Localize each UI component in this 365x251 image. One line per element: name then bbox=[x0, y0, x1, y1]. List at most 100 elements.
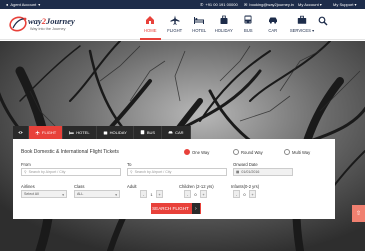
agent-account-link[interactable]: ● Agent Account ▾ bbox=[6, 2, 40, 7]
infants-stepper: - 0 + bbox=[233, 190, 256, 198]
briefcase-icon bbox=[297, 15, 307, 24]
site-header: way2Journey Way into the Journey HOME FL… bbox=[0, 9, 365, 40]
chevron-down-icon: ▾ bbox=[319, 1, 322, 7]
tab-flight[interactable]: FLIGHT bbox=[29, 126, 64, 139]
flight-search-panel: Book Domestic & International Flight Tic… bbox=[13, 139, 335, 219]
tab-home[interactable] bbox=[13, 126, 29, 139]
infants-plus-button[interactable]: + bbox=[249, 190, 256, 198]
class-label: Class bbox=[74, 184, 85, 189]
class-value: ALL bbox=[77, 192, 84, 196]
adult-stepper: - 1 + bbox=[140, 190, 163, 198]
trip-one-way[interactable]: One Way bbox=[184, 149, 209, 155]
airlines-select[interactable]: Select All ▾ bbox=[21, 190, 67, 198]
hero-banner: FLIGHT HOTEL HOLIDAY BUS CAR Book Domest… bbox=[0, 41, 365, 251]
search-flight-button[interactable]: SEARCH FLIGHT › bbox=[151, 203, 201, 214]
to-label: To bbox=[127, 162, 132, 167]
from-label: From bbox=[21, 162, 31, 167]
tab-car[interactable]: CAR bbox=[162, 126, 191, 139]
nav-item-bus[interactable]: BUS bbox=[236, 9, 261, 40]
children-minus-button[interactable]: - bbox=[184, 190, 191, 198]
infants-value: 0 bbox=[243, 191, 246, 197]
to-placeholder: Search by Airport / City bbox=[134, 170, 172, 174]
adult-minus-button[interactable]: - bbox=[140, 190, 147, 198]
suitcase-icon bbox=[103, 131, 107, 135]
nav-item-holiday[interactable]: HOLIDAY bbox=[212, 9, 237, 40]
eye-icon bbox=[18, 131, 23, 134]
phone-number: +91 00 191 00000 bbox=[205, 2, 238, 7]
from-placeholder: Search by Airport / City bbox=[28, 170, 66, 174]
onward-date-field[interactable]: ▦ 01/01/2016 bbox=[233, 168, 293, 176]
children-plus-button[interactable]: + bbox=[200, 190, 207, 198]
bed-icon bbox=[69, 131, 74, 135]
airlines-value: Select All bbox=[24, 192, 39, 196]
brand-name-suffix: Journey bbox=[45, 16, 75, 26]
nav-item-label: SERVICES ▾ bbox=[289, 28, 315, 33]
nav-item-label: CAR bbox=[268, 28, 278, 33]
onward-date-value: 01/01/2016 bbox=[241, 170, 260, 174]
phone-icon: ✆ bbox=[200, 1, 204, 7]
nav-item-label: BUS bbox=[243, 28, 253, 33]
trip-label: Multi Way bbox=[292, 149, 311, 155]
brand-logo[interactable]: way2Journey Way into the Journey bbox=[9, 13, 79, 37]
tab-label: FLIGHT bbox=[42, 130, 57, 135]
radio-unchecked-icon bbox=[233, 149, 239, 155]
tab-label: BUS bbox=[146, 130, 156, 135]
trip-label: Round Way bbox=[241, 149, 263, 155]
nav-item-hotel[interactable]: HOTEL bbox=[187, 9, 212, 40]
brand-name-prefix: way bbox=[28, 16, 42, 26]
tab-bus[interactable]: BUS bbox=[133, 126, 163, 139]
phone-contact[interactable]: ✆ +91 00 191 00000 bbox=[200, 2, 238, 7]
booking-tabs: FLIGHT HOTEL HOLIDAY BUS CAR bbox=[13, 126, 191, 139]
bed-icon bbox=[194, 17, 205, 24]
onward-date-label: Onward Date bbox=[233, 162, 258, 167]
children-stepper: - 0 + bbox=[184, 190, 207, 198]
brand-tagline: Way into the Journey bbox=[30, 27, 66, 31]
chevron-down-icon: ▾ bbox=[354, 1, 357, 7]
adult-value: 1 bbox=[150, 191, 153, 197]
tab-holiday[interactable]: HOLIDAY bbox=[96, 126, 134, 139]
children-label: Children (2-12 yrs) bbox=[179, 184, 214, 189]
adult-label: Adult bbox=[127, 184, 137, 189]
brand-name: way2Journey bbox=[28, 16, 75, 26]
infants-minus-button[interactable]: - bbox=[233, 190, 240, 198]
main-nav: HOME FLIGHT HOTEL HOLIDAY BUS CAR SERVIC… bbox=[138, 9, 319, 40]
bus-icon bbox=[244, 15, 252, 24]
plane-icon bbox=[35, 130, 40, 135]
class-select[interactable]: ALL ▾ bbox=[74, 190, 120, 198]
nav-item-car[interactable]: CAR bbox=[261, 9, 286, 40]
nav-item-flight[interactable]: FLIGHT bbox=[163, 9, 188, 40]
tab-label: HOTEL bbox=[76, 130, 90, 135]
trip-round-way[interactable]: Round Way bbox=[233, 149, 263, 155]
nav-item-label: FLIGHT bbox=[167, 28, 183, 33]
nav-item-label: HOME bbox=[143, 28, 157, 33]
radio-unchecked-icon bbox=[284, 149, 290, 155]
nav-item-home[interactable]: HOME bbox=[138, 9, 163, 40]
arrow-up-icon: ⇧ bbox=[355, 211, 362, 217]
my-support-menu[interactable]: My Support ▾ bbox=[333, 2, 356, 7]
my-account-label: My Account bbox=[298, 2, 319, 7]
airlines-label: Airlines bbox=[21, 184, 35, 189]
email-address: booking@way2journey.in bbox=[249, 2, 294, 7]
agent-account-label: Agent Account bbox=[10, 2, 37, 7]
scroll-to-top-button[interactable]: ⇧ bbox=[352, 205, 365, 222]
search-flight-label: SEARCH FLIGHT bbox=[152, 206, 189, 211]
nav-item-label: HOTEL bbox=[192, 28, 207, 33]
my-account-menu[interactable]: My Account ▾ bbox=[298, 2, 322, 7]
chevron-down-icon: ▾ bbox=[62, 192, 64, 197]
bus-icon bbox=[140, 130, 145, 135]
from-field[interactable]: ⚲ Search by Airport / City bbox=[21, 168, 121, 176]
search-icon[interactable] bbox=[318, 16, 328, 26]
chevron-right-icon: › bbox=[191, 203, 200, 214]
plane-icon bbox=[170, 15, 180, 25]
home-icon bbox=[146, 16, 155, 24]
nav-item-services[interactable]: SERVICES ▾ bbox=[285, 9, 319, 40]
to-field[interactable]: ⚲ Search by Airport / City bbox=[127, 168, 227, 176]
adult-plus-button[interactable]: + bbox=[156, 190, 163, 198]
tab-hotel[interactable]: HOTEL bbox=[63, 126, 97, 139]
chevron-down-icon: ▾ bbox=[38, 1, 41, 7]
trip-multi-way[interactable]: Multi Way bbox=[284, 149, 310, 155]
tab-label: CAR bbox=[175, 130, 184, 135]
children-value: 0 bbox=[194, 191, 197, 197]
nav-item-label: HOLIDAY bbox=[214, 28, 233, 33]
email-contact[interactable]: ✉ booking@way2journey.in bbox=[244, 2, 294, 7]
